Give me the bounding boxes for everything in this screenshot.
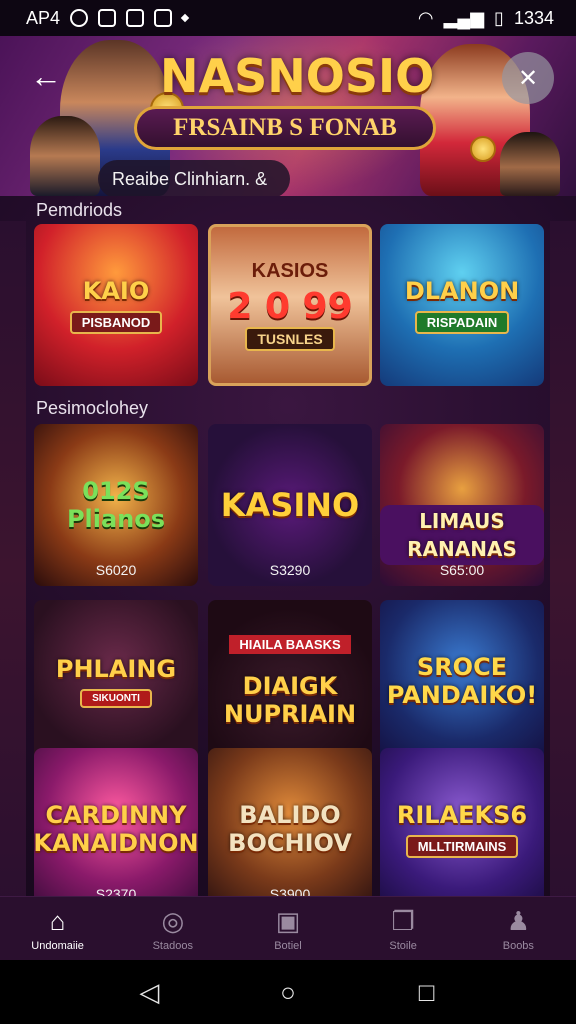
game-top-label: HIAILA BAASKS [229,634,351,654]
section-label-2: Pesimoclohey [36,398,149,418]
game-title: RILAEKS6 [396,800,528,829]
app-notification-icon [98,9,117,27]
game-subtitle: MLLTIRMAINS [405,834,519,858]
game-tile[interactable]: DLANON RISPADAIN [380,224,544,386]
wifi-icon: ◠ [417,7,434,28]
dot-icon [180,13,190,23]
status-bar: AP4 ◠ ▂▄▆ ▯ 1334 [0,0,576,36]
system-nav-bar: ◁ ○ □ [0,960,576,1024]
gallery-icon [154,9,173,27]
status-right: ◠ ▂▄▆ ▯ 1334 [418,8,554,29]
game-tile[interactable]: KASIOS 2 0 99 TUSNLES [208,224,372,386]
game-top-label: KASIOS [251,259,329,282]
game-title: BALIDO BOCHIOV [228,801,352,857]
game-tile[interactable]: SROCE PANDAIKO! [380,600,544,762]
battery-icon: ▯ [494,7,504,28]
banner-chip-text: Reaibe Clinhiarn. & [112,168,268,189]
game-title: 2 0 99 [227,285,353,327]
back-button[interactable]: ← [26,56,66,96]
game-tile[interactable]: BALIDO BOCHIOV S3900 [208,748,372,910]
game-tile[interactable]: KAIO PISBANOD [34,224,198,386]
game-tile[interactable]: RILAEKS6 MLLTIRMAINS [380,748,544,910]
banner-subtitle: FRSAINB S FONAB [134,106,436,150]
coin-icon [470,136,496,162]
game-title: KASINO [220,486,360,524]
nav-back-button[interactable]: ◁ [129,972,169,1012]
message-icon [126,9,145,27]
app-screen: ← ✕ NASNOSIO FRSAINB S FONAB Reaibe Clin… [0,36,576,960]
game-price: S3290 [269,562,311,578]
nav-recents-button[interactable]: □ [407,972,447,1012]
game-tile[interactable]: HIAILA BAASKS DIAIGK NUPRIAIN [208,600,372,762]
game-title: LIMAUS RANANAS [380,505,544,565]
profile-icon: ♟ [506,905,530,936]
tab-label: Stadoos [152,939,193,952]
bottle-icon: ▣ [275,905,301,936]
close-icon: ✕ [517,64,539,92]
game-price: S65:00 [439,562,485,578]
tab-profile[interactable]: ♟ Boobs [468,906,568,952]
game-title: DLANON [404,276,520,305]
banner-subtitle-text: FRSAINB S FONAB [173,114,397,141]
nav-home-button[interactable]: ○ [268,972,308,1012]
banner-chip[interactable]: Reaibe Clinhiarn. & [98,160,290,196]
side-decoration-left [0,221,26,921]
game-subtitle: RISPADAIN [414,310,510,334]
stats-icon: ◎ [161,905,185,936]
game-title: 012S Plianos [66,477,166,533]
game-title: DIAIGK NUPRIAIN [223,671,357,728]
home-icon: ⌂ [49,905,66,936]
tab-home[interactable]: ⌂ Undomaiie [8,906,108,952]
carrier-label: AP4 [26,7,61,28]
close-button[interactable]: ✕ [502,52,554,104]
clock: 1334 [513,7,554,28]
game-title: PHLAING [55,654,177,683]
side-decoration-right [550,221,576,921]
game-subtitle: TUSNLES [245,326,335,351]
game-tile[interactable]: LIMAUS RANANAS S65:00 [380,424,544,586]
book-icon: ❐ [391,905,415,936]
nav-recents-icon: □ [418,976,435,1007]
status-left: AP4 [26,7,190,29]
back-arrow-icon: ← [30,57,62,94]
game-subtitle: SIKUONTI [80,688,152,708]
promo-banner[interactable]: ← ✕ NASNOSIO FRSAINB S FONAB Reaibe Clin… [0,36,576,196]
game-title: CARDINNY KANAIDNON [34,801,198,857]
tab-book[interactable]: ❐ Stoile [353,906,453,952]
notification-icon [70,9,89,27]
game-title: SROCE PANDAIKO! [386,653,538,709]
banner-character-right [500,132,560,196]
game-subtitle: PISBANOD [69,310,163,334]
game-tile[interactable]: KASINO S3290 [208,424,372,586]
tab-label: Boobs [502,939,534,952]
tab-label: Undomaiie [31,939,84,952]
tab-bottle[interactable]: ▣ Botiel [238,906,338,952]
game-tile[interactable]: CARDINNY KANAIDNON S2370 [34,748,198,910]
nav-back-icon: ◁ [139,976,160,1007]
section-label-1: Pemdriods [36,200,123,220]
game-tile[interactable]: 012S Plianos S6020 [34,424,198,586]
bottom-tab-bar: ⌂ Undomaiie ◎ Stadoos ▣ Botiel ❐ Stoile … [0,896,576,960]
signal-icon: ▂▄▆ [443,7,485,28]
nav-home-icon: ○ [280,976,296,1007]
game-price: S6020 [95,562,137,578]
tab-label: Botiel [274,939,302,952]
game-tile[interactable]: PHLAING SIKUONTI [34,600,198,762]
banner-title: NASNOSIO [160,49,435,103]
banner-character-boy [30,116,100,196]
tab-stats[interactable]: ◎ Stadoos [123,906,223,952]
tab-label: Stoile [389,939,417,952]
game-title: KAIO [82,276,150,305]
